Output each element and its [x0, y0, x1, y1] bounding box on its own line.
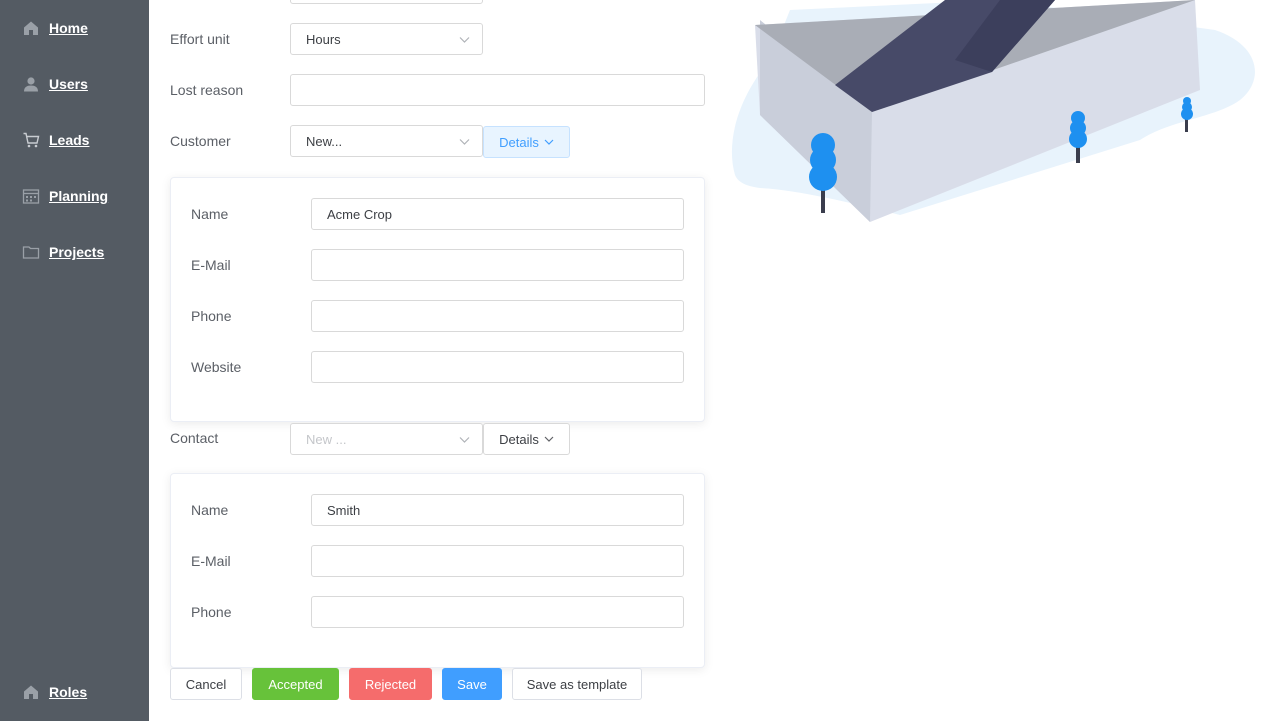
contact-details-card: Name E-Mail Phone [170, 473, 705, 668]
cart-icon [23, 132, 40, 148]
sidebar-item-label: Home [49, 20, 88, 36]
details-label: Details [499, 134, 539, 150]
sidebar-item-home[interactable]: Home [22, 19, 88, 37]
sidebar-item-planning[interactable]: Planning [22, 187, 108, 205]
customer-name-label: Name [191, 206, 229, 222]
sidebar-item-roles[interactable]: Roles [22, 683, 87, 701]
lost-reason-input[interactable] [290, 74, 705, 106]
chevron-down-icon [544, 139, 554, 145]
sidebar-item-users[interactable]: Users [22, 75, 88, 93]
contact-name-label: Name [191, 502, 229, 518]
contact-phone-label: Phone [191, 604, 232, 620]
cancel-button[interactable]: Cancel [170, 668, 242, 700]
home-icon [24, 685, 38, 699]
save-as-template-button[interactable]: Save as template [512, 668, 642, 700]
effort-unit-select[interactable]: Hours [290, 23, 483, 55]
contact-label: Contact [170, 430, 219, 446]
contact-select[interactable]: New ... [290, 423, 483, 455]
sidebar-item-label: Leads [49, 132, 90, 148]
customer-email-input[interactable] [311, 249, 684, 281]
chevron-down-icon [459, 37, 470, 43]
effort-unit-label: Effort unit [170, 31, 230, 47]
contact-email-label: E-Mail [191, 553, 231, 569]
lost-reason-label: Lost reason [170, 82, 244, 98]
effort-unit-value: Hours [306, 31, 341, 47]
customer-details-button[interactable]: Details [483, 126, 570, 158]
contact-phone-input[interactable] [311, 596, 684, 628]
contact-name-input[interactable] [311, 494, 684, 526]
partial-select-top[interactable] [290, 0, 483, 4]
details-label: Details [499, 431, 539, 447]
contact-select-placeholder: New ... [306, 431, 347, 447]
sidebar-item-label: Roles [49, 684, 88, 700]
customer-label: Customer [170, 133, 231, 149]
customer-name-input[interactable] [311, 198, 684, 230]
chevron-down-icon [544, 436, 554, 442]
sidebar: Home Users Leads Planning Projects Roles [0, 0, 149, 721]
chevron-down-icon [459, 437, 470, 443]
customer-details-card: Name E-Mail Phone Website [170, 177, 705, 422]
save-button[interactable]: Save [442, 668, 502, 700]
customer-select-value: New... [306, 133, 343, 149]
customer-select[interactable]: New... [290, 125, 483, 157]
sidebar-item-projects[interactable]: Projects [22, 243, 104, 261]
home-icon [24, 21, 38, 35]
folder-icon [22, 246, 40, 259]
contact-email-input[interactable] [311, 545, 684, 577]
sidebar-item-label: Users [49, 76, 88, 92]
accepted-button[interactable]: Accepted [252, 668, 339, 700]
customer-email-label: E-Mail [191, 257, 231, 273]
chevron-down-icon [459, 139, 470, 145]
customer-website-label: Website [191, 359, 242, 375]
calendar-icon [22, 189, 40, 204]
customer-phone-input[interactable] [311, 300, 684, 332]
contact-details-button[interactable]: Details [483, 423, 570, 455]
customer-website-input[interactable] [311, 351, 684, 383]
sidebar-item-label: Projects [49, 244, 105, 260]
customer-phone-label: Phone [191, 308, 232, 324]
rejected-button[interactable]: Rejected [349, 668, 432, 700]
sidebar-item-label: Planning [49, 188, 109, 204]
user-icon [24, 77, 38, 92]
sidebar-item-leads[interactable]: Leads [22, 131, 89, 149]
building-illustration [731, 0, 1255, 222]
